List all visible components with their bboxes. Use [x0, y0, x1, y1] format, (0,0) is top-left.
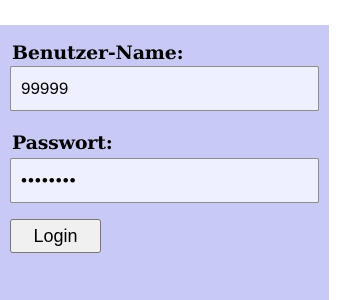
password-label: Passwort: [12, 132, 113, 154]
username-input[interactable] [10, 66, 319, 111]
login-button[interactable]: Login [10, 219, 101, 253]
login-panel: Benutzer-Name: Passwort: Login [0, 25, 329, 300]
username-label: Benutzer-Name: [12, 42, 184, 64]
password-input[interactable] [10, 158, 319, 203]
